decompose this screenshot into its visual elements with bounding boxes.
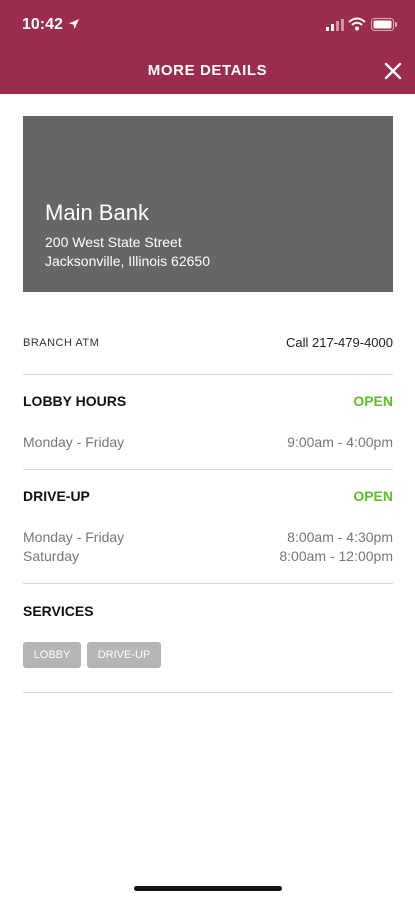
header-bar: 10:42 MORE DETAILS xyxy=(0,0,415,94)
home-indicator[interactable] xyxy=(134,886,282,891)
branch-hero-card: Main Bank 200 West State Street Jacksonv… xyxy=(23,116,393,292)
address-line-2: Jacksonville, Illinois 62650 xyxy=(45,253,210,269)
lobby-status-badge: OPEN xyxy=(353,393,393,409)
divider xyxy=(23,692,393,693)
lobby-hours-value: 9:00am - 4:00pm xyxy=(287,434,393,450)
lobby-days: Monday - Friday xyxy=(23,434,125,450)
drive-up-title: DRIVE-UP xyxy=(23,488,90,504)
signal-icon xyxy=(326,19,344,31)
branch-name: Main Bank xyxy=(45,200,149,225)
wifi-icon xyxy=(348,17,366,31)
lobby-hours-title: LOBBY HOURS xyxy=(23,393,127,409)
services-title: SERVICES xyxy=(23,603,94,619)
service-chip-lobby[interactable]: LOBBY xyxy=(23,642,81,668)
drive-up-hours-weekday: 8:00am - 4:30pm xyxy=(287,529,393,545)
service-chip-drive-up[interactable]: DRIVE-UP xyxy=(87,642,161,668)
drive-up-hours-saturday: 8:00am - 12:00pm xyxy=(279,548,393,564)
drive-up-status-badge: OPEN xyxy=(353,488,393,504)
close-icon[interactable] xyxy=(380,58,406,84)
call-phone-link[interactable]: Call 217-479-4000 xyxy=(286,335,393,350)
location-arrow-icon xyxy=(69,19,79,29)
divider xyxy=(23,583,393,584)
status-bar: 10:42 xyxy=(0,0,415,50)
divider xyxy=(23,374,393,375)
branch-types: BRANCH ATM xyxy=(23,337,100,349)
address-line-1: 200 West State Street xyxy=(45,234,182,250)
divider xyxy=(23,469,393,470)
drive-up-days-saturday: Saturday xyxy=(23,548,80,564)
status-time: 10:42 xyxy=(22,16,63,33)
page-title: MORE DETAILS xyxy=(147,62,268,79)
drive-up-days-weekday: Monday - Friday xyxy=(23,529,125,545)
battery-icon xyxy=(371,18,397,31)
